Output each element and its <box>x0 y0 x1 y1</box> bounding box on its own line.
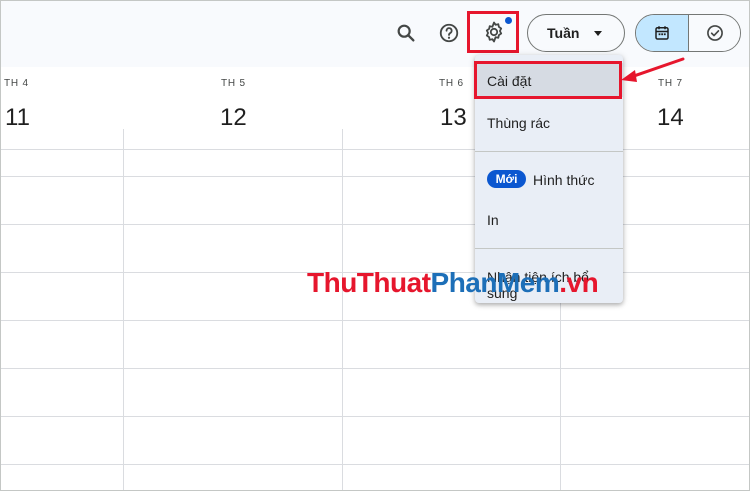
calendar-window: Tuần TH 4 11 TH 5 12 TH 6 13 TH 7 14 Cài… <box>0 0 750 491</box>
watermark-part1: ThuThuat <box>307 267 431 298</box>
day-number-12[interactable]: 12 <box>220 104 247 132</box>
menu-divider <box>475 248 623 249</box>
gear-icon <box>485 21 503 43</box>
hour-line <box>1 416 749 417</box>
view-switcher-button[interactable]: Tuần <box>527 14 625 52</box>
day-number-14[interactable]: 14 <box>657 104 684 132</box>
watermark: ThuThuatPhanMem.vn <box>307 267 599 299</box>
hour-line <box>1 149 749 150</box>
menu-item-appearance[interactable]: Hình thức <box>533 172 595 188</box>
day-number-11[interactable]: 11 <box>5 104 30 132</box>
help-icon <box>439 23 459 43</box>
search-icon <box>397 24 415 42</box>
day-number-13[interactable]: 13 <box>440 104 467 132</box>
day-name-fri: TH 6 <box>439 78 464 89</box>
help-button[interactable] <box>431 15 467 51</box>
calendar-view-button[interactable] <box>636 15 689 51</box>
hour-line <box>1 320 749 321</box>
hour-line <box>1 368 749 369</box>
view-label: Tuần <box>547 25 580 41</box>
day-divider <box>123 129 124 490</box>
notification-dot <box>505 17 512 24</box>
hour-line <box>1 464 749 465</box>
hour-line <box>1 176 749 177</box>
menu-item-print[interactable]: In <box>487 212 499 228</box>
caret-down-icon <box>594 31 602 36</box>
check-circle-icon <box>706 25 723 41</box>
search-button[interactable] <box>388 15 424 51</box>
settings-highlight-box <box>467 11 519 53</box>
hour-line <box>1 224 749 225</box>
watermark-part3: .vn <box>559 267 599 298</box>
menu-divider <box>475 151 623 152</box>
calendar-icon <box>655 26 669 40</box>
annotation-arrow <box>621 57 685 82</box>
tasks-view-button[interactable] <box>689 15 740 51</box>
day-name-thu: TH 5 <box>221 78 246 89</box>
app-toggle <box>635 14 741 52</box>
day-name-wed: TH 4 <box>4 78 29 89</box>
new-badge: Mới <box>487 170 526 188</box>
menu-item-trash[interactable]: Thùng rác <box>487 115 550 131</box>
settings-item-highlight-box <box>474 61 622 99</box>
watermark-part2: PhanMem <box>430 267 560 298</box>
day-divider <box>342 129 343 490</box>
